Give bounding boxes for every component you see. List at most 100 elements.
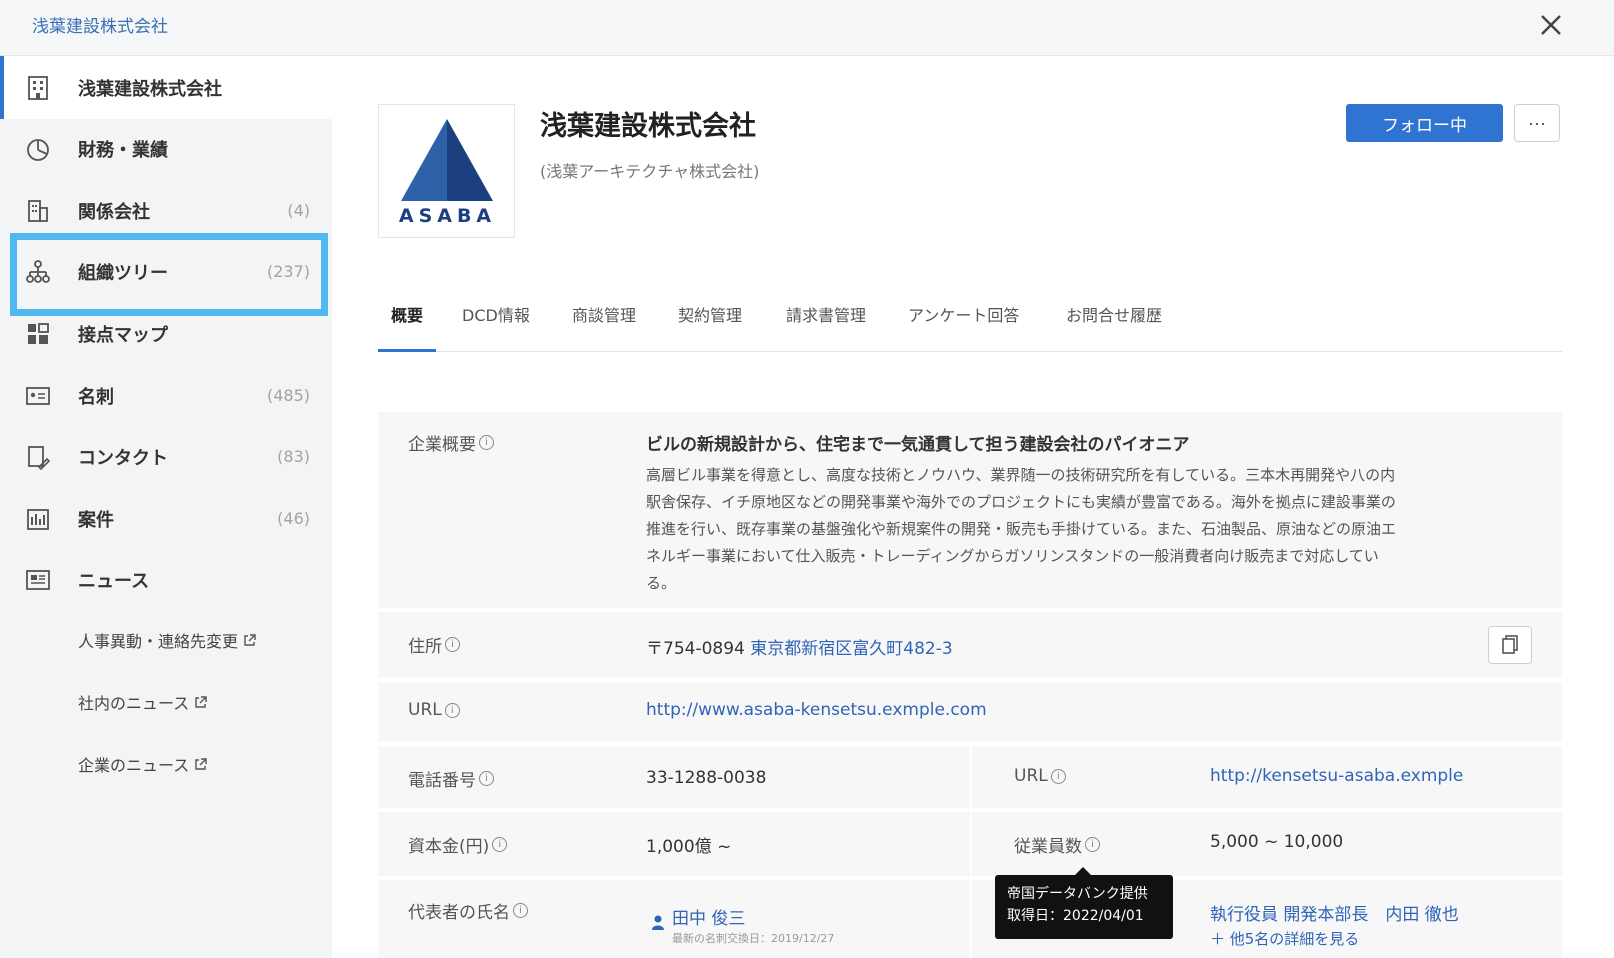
exec-link[interactable]: 執行役員 開発本部長 内田 徹也	[1210, 900, 1459, 925]
representative-row: 代表者の氏名 i 田中 俊三 最新の名刺交換日：2019/12/27 執行役員 開…	[378, 880, 1562, 958]
contact-icon	[28, 445, 51, 470]
postal-code: 〒754-0894	[646, 639, 745, 659]
sidebar-item-label: 案件	[78, 509, 114, 531]
info-icon[interactable]: i	[479, 771, 494, 786]
summary-body: 高層ビル事業を得意とし、高度な技術とノウハウ、業界随一の技術研究所を有している。…	[646, 466, 1397, 592]
breadcrumb[interactable]: 浅葉建設株式会社	[32, 12, 168, 37]
phone-label: 電話番号 i	[408, 766, 494, 791]
tab-negotiations[interactable]: 商談管理	[572, 300, 636, 352]
url2-label: URL i	[1014, 766, 1066, 786]
address-link[interactable]: 東京都新宿区富久町482-3	[750, 639, 952, 659]
info-icon[interactable]: i	[492, 837, 508, 852]
company-alias: (浅葉アーキテクチャ株式会社)	[540, 162, 760, 181]
tab-inquiries[interactable]: お問合せ履歴	[1066, 300, 1162, 352]
sidebar-item-count: (4)	[287, 201, 310, 220]
sidebar-item-deals[interactable]: 案件 (46)	[0, 487, 332, 550]
top-bar: 浅葉建設株式会社	[0, 0, 1614, 56]
divider	[970, 880, 972, 958]
close-icon[interactable]	[1534, 8, 1568, 42]
phone-value: 33-1288-0038	[646, 768, 767, 788]
url-label: URL i	[408, 700, 460, 720]
external-link-icon	[195, 757, 207, 770]
sidebar-item-affiliates[interactable]: 関係会社 (4)	[0, 179, 332, 242]
address-row: 住所 i 〒754-0894 東京都新宿区富久町482-3	[378, 612, 1562, 678]
company-name: 浅葉建設株式会社	[540, 111, 756, 142]
org-tree-icon	[26, 259, 50, 283]
sidebar-item-finance[interactable]: 財務・業績	[0, 117, 332, 180]
address-label: 住所 i	[408, 632, 460, 657]
url2-link[interactable]: http://kensetsu-asaba.exmple	[1210, 766, 1463, 786]
news-sub-personnel[interactable]: 人事異動・連絡先変更	[78, 628, 257, 652]
sidebar-item-company[interactable]: 浅葉建設株式会社	[0, 56, 332, 119]
sidebar-item-count: (485)	[266, 386, 310, 405]
info-icon[interactable]: i	[479, 435, 494, 450]
external-link-icon	[195, 695, 207, 708]
external-link-icon	[244, 633, 256, 646]
sidebar: 浅葉建設株式会社 財務・業績 関係会社 (4) 組織ツリー (237) 接点マッ…	[0, 56, 332, 958]
sidebar-item-label: 名刺	[78, 386, 114, 408]
sidebar-item-count: (46)	[277, 509, 310, 528]
sidebar-item-contact-map[interactable]: 接点マップ	[0, 302, 332, 365]
sidebar-item-count: (237)	[266, 262, 310, 281]
divider	[970, 746, 972, 808]
employees-label: 従業員数 i	[1014, 832, 1100, 857]
sidebar-item-contacts[interactable]: コンタクト (83)	[0, 425, 332, 488]
buildings-icon	[28, 199, 48, 222]
tab-contracts[interactable]: 契約管理	[678, 300, 742, 352]
logo-text: ASABA	[398, 205, 497, 227]
building-icon	[28, 75, 48, 100]
sidebar-item-org-tree[interactable]: 組織ツリー (237)	[0, 240, 332, 303]
copy-icon	[1502, 634, 1518, 654]
sidebar-item-label: 浅葉建設株式会社	[78, 78, 222, 100]
tab-dcd[interactable]: DCD情報	[462, 300, 530, 352]
tab-survey[interactable]: アンケート回答	[908, 300, 1019, 352]
rep-name-link[interactable]: 田中 俊三	[672, 904, 745, 929]
employees-value: 5,000 ~ 10,000	[1210, 832, 1344, 852]
sidebar-item-label: 接点マップ	[78, 324, 168, 346]
tab-invoices[interactable]: 請求書管理	[786, 300, 866, 352]
person-icon	[652, 915, 664, 930]
url-link[interactable]: http://www.asaba-kensetsu.exmple.com	[646, 700, 987, 720]
sidebar-item-label: 関係会社	[78, 201, 150, 223]
business-card-icon	[26, 386, 50, 405]
sidebar-item-label: 財務・業績	[78, 139, 168, 161]
info-icon[interactable]: i	[1050, 768, 1066, 784]
info-icon[interactable]: i	[445, 637, 460, 652]
sidebar-item-label: 組織ツリー	[78, 262, 168, 284]
rep-label: 代表者の氏名 i	[408, 898, 528, 923]
capital-row: 資本金(円) i 1,000億 ~ 従業員数 i 5,000 ~ 10,000	[378, 812, 1562, 876]
summary-row: 企業概要 i ビルの新規設計から、住宅まで一気通貫して担う建設会社のパイオニア 高…	[378, 412, 1562, 608]
news-sub-internal[interactable]: 社内のニュース	[78, 690, 208, 714]
deals-icon	[27, 508, 49, 530]
exec-more-link[interactable]: ＋ 他5名の詳細を見る	[1210, 928, 1359, 949]
capital-value: 1,000億 ~	[646, 837, 732, 857]
news-icon	[26, 569, 50, 590]
company-logo: ASABA	[378, 104, 515, 238]
rep-note: 最新の名刺交換日：2019/12/27	[672, 932, 835, 945]
address-value: 〒754-0894 東京都新宿区富久町482-3	[646, 634, 953, 659]
more-button[interactable]: ···	[1514, 104, 1560, 142]
tab-overview[interactable]: 概要	[378, 300, 436, 352]
sidebar-item-business-cards[interactable]: 名刺 (485)	[0, 364, 332, 427]
copy-button[interactable]	[1488, 626, 1532, 664]
main-content: ASABA 浅葉建設株式会社 (浅葉アーキテクチャ株式会社) フォロー中 ···…	[332, 56, 1614, 958]
news-sub-company[interactable]: 企業のニュース	[78, 752, 208, 776]
sidebar-item-news[interactable]: ニュース	[0, 548, 332, 611]
capital-label: 資本金(円) i	[408, 832, 508, 857]
pie-chart-icon	[27, 138, 49, 161]
follow-button[interactable]: フォロー中	[1346, 104, 1503, 142]
phone-row: 電話番号 i 33-1288-0038 URL i http://kensetsu-…	[378, 746, 1562, 808]
tab-bar: 概要 DCD情報 商談管理 契約管理 請求書管理 アンケート回答 お問合せ履歴	[378, 300, 1562, 352]
summary-title: ビルの新規設計から、住宅まで一気通貫して担う建設会社のパイオニア	[646, 435, 1190, 455]
sidebar-item-count: (83)	[277, 447, 310, 466]
info-icon[interactable]: i	[444, 702, 460, 718]
url-row: URL i http://www.asaba-kensetsu.exmple.co…	[378, 682, 1562, 742]
info-icon[interactable]: i	[513, 903, 528, 918]
summary-label: 企業概要 i	[408, 430, 494, 455]
divider	[970, 812, 972, 876]
sidebar-item-label: コンタクト	[78, 447, 168, 469]
grid-map-icon	[28, 322, 49, 344]
tooltip: 帝国データバンク提供 取得日：2022/04/01	[995, 867, 1173, 939]
sidebar-item-label: ニュース	[78, 570, 150, 592]
info-icon[interactable]: i	[1085, 837, 1100, 852]
